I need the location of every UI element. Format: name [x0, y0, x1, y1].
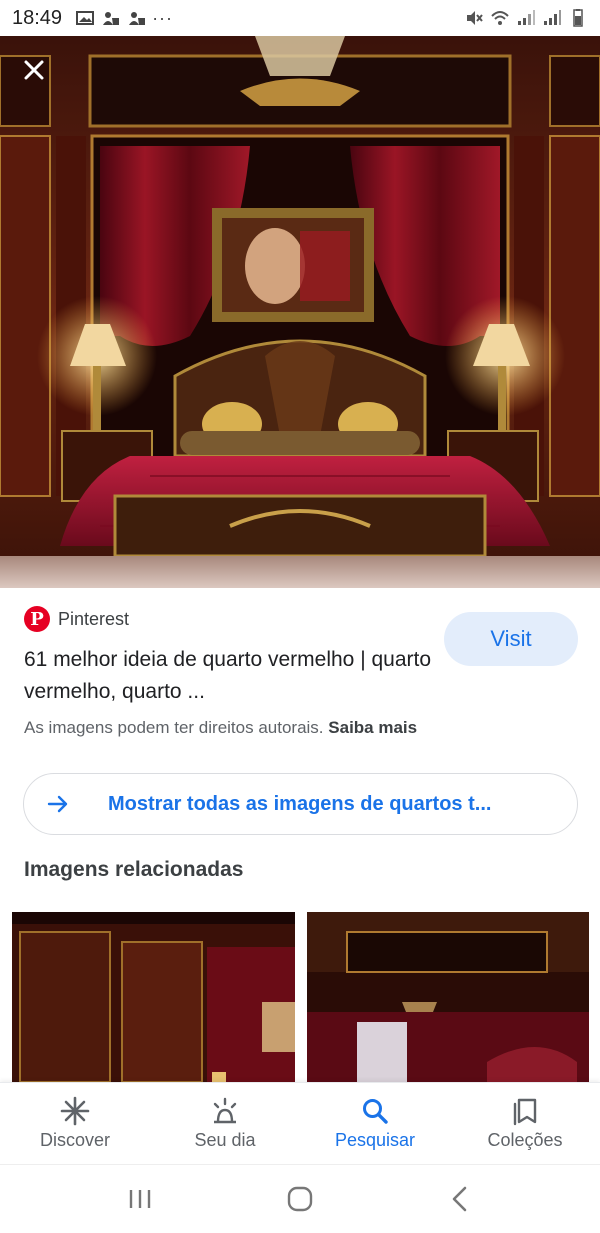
copyright-text: As imagens podem ter direitos autorais.	[24, 718, 324, 737]
source-name: Pinterest	[58, 608, 130, 629]
pinterest-logo: P	[24, 606, 50, 632]
copyright-notice: As imagens podem ter direitos autorais. …	[24, 718, 417, 738]
sun-icon	[213, 1097, 237, 1124]
status-notifications	[76, 10, 146, 26]
nav-seu-dia-label: Seu dia	[194, 1130, 256, 1150]
show-all-images-label: Mostrar todas as imagens de quartos t...	[108, 792, 492, 815]
person-icon	[129, 12, 146, 25]
nav-colecoes[interactable]: Coleções	[450, 1083, 600, 1164]
arrow-right-icon	[47, 795, 68, 813]
status-bar: 18:49 ···	[0, 0, 600, 36]
related-thumbnail-1	[12, 912, 295, 1082]
signal-icon	[518, 10, 535, 25]
related-images-heading: Imagens relacionadas	[24, 858, 244, 881]
related-thumbnail-2	[307, 912, 589, 1082]
bookmark-icon	[513, 1098, 537, 1126]
home-icon	[287, 1186, 313, 1212]
nav-pesquisar[interactable]: Pesquisar	[300, 1083, 450, 1164]
nav-pesquisar-label: Pesquisar	[334, 1130, 416, 1150]
status-system-icons	[464, 9, 588, 27]
visit-button[interactable]: Visit	[444, 612, 578, 666]
signal-icon	[544, 10, 561, 25]
nav-colecoes-label: Coleções	[487, 1130, 563, 1150]
system-navigation-bar	[0, 1164, 600, 1233]
search-icon	[363, 1099, 388, 1124]
page-title[interactable]: 61 melhor ideia de quarto vermelho | qua…	[24, 644, 434, 708]
source-row[interactable]: P Pinterest	[24, 606, 129, 632]
battery-icon	[573, 9, 583, 27]
discover-icon	[60, 1096, 90, 1126]
related-image-1[interactable]	[12, 912, 295, 1082]
nav-discover[interactable]: Discover	[0, 1083, 150, 1164]
nav-seu-dia[interactable]: Seu dia	[150, 1083, 300, 1164]
gallery-icon	[76, 11, 95, 25]
back-icon	[452, 1186, 467, 1212]
bedroom-illustration	[0, 36, 600, 588]
close-icon	[24, 60, 44, 80]
related-image-2[interactable]	[307, 912, 589, 1082]
close-button[interactable]	[14, 50, 54, 90]
bedroom-image[interactable]	[0, 36, 600, 588]
nav-discover-label: Discover	[39, 1130, 110, 1150]
mute-icon	[467, 11, 483, 25]
back-button[interactable]	[440, 1179, 480, 1219]
learn-more-link[interactable]: Saiba mais	[328, 718, 417, 737]
recent-apps-icon	[129, 1190, 151, 1208]
home-button[interactable]	[280, 1179, 320, 1219]
status-time: 18:49	[12, 6, 63, 29]
wifi-icon	[491, 11, 509, 25]
bottom-navigation: Discover Seu dia Pesquisar Coleções	[0, 1082, 600, 1164]
show-all-images-button[interactable]: Mostrar todas as imagens de quartos t...	[23, 773, 578, 835]
person-icon	[103, 12, 120, 25]
more-notifications: ···	[152, 7, 174, 28]
recent-apps-button[interactable]	[120, 1179, 160, 1219]
